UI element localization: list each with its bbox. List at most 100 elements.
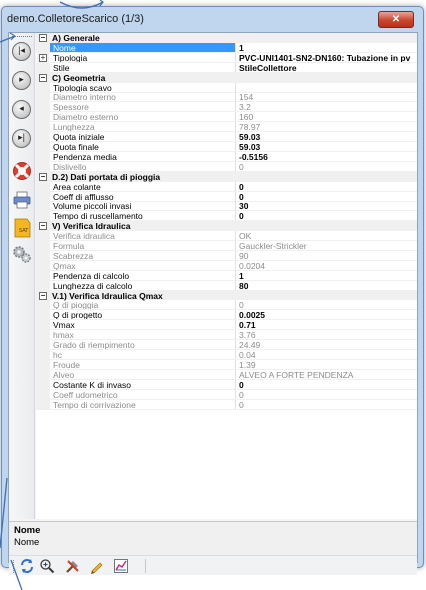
property-name[interactable]: hc: [50, 350, 236, 360]
property-name[interactable]: Scabrezza: [50, 250, 236, 261]
property-name[interactable]: Tipologia: [50, 52, 236, 63]
property-row[interactable]: hc 0.04: [36, 350, 417, 360]
property-value[interactable]: 59.03: [237, 132, 417, 143]
property-name[interactable]: Nome: [50, 42, 236, 53]
property-value[interactable]: 1: [237, 271, 417, 281]
property-row[interactable]: Vmax 0.71: [36, 320, 417, 331]
property-name[interactable]: Quota iniziale: [50, 132, 236, 143]
previous-record-button[interactable]: ◂: [12, 100, 32, 120]
close-button[interactable]: ✕: [378, 11, 414, 28]
property-row[interactable]: Tempo di corrivazione 0: [36, 399, 417, 410]
category-row[interactable]: − D.2) Dati portata di pioggia: [36, 171, 417, 182]
property-row[interactable]: Tempo di ruscellamento 0: [36, 211, 417, 222]
refresh-button[interactable]: [19, 558, 35, 574]
tag-button[interactable]: SAT: [12, 217, 32, 238]
title-bar[interactable]: demo.ColletoreScarico (1/3) ✕: [2, 7, 423, 31]
property-row[interactable]: Costante K di invaso 0: [36, 379, 417, 390]
property-row[interactable]: Stile StileCollettore: [36, 62, 417, 73]
toolbar-grip[interactable]: [13, 560, 14, 573]
property-name[interactable]: Diametro esterno: [50, 112, 236, 123]
next-record-button[interactable]: ▸: [12, 71, 32, 91]
property-name[interactable]: Vmax: [50, 320, 236, 331]
property-row[interactable]: Diametro esterno 160: [36, 112, 417, 123]
property-row[interactable]: Alveo ALVEO A FORTE PENDENZA: [36, 369, 417, 380]
property-name[interactable]: Q di pioggia: [50, 300, 236, 311]
property-row[interactable]: Quota finale 59.03: [36, 141, 417, 152]
property-name[interactable]: Pendenza di calcolo: [50, 270, 236, 281]
property-value[interactable]: PVC-UNI1401-SN2-DN160: Tubazione in pv: [237, 53, 417, 63]
property-row[interactable]: Formula Gauckler-Strickler: [36, 241, 417, 252]
property-name[interactable]: Lunghezza di calcolo: [50, 280, 236, 291]
category-row[interactable]: − C) Geometria: [36, 72, 417, 83]
property-name[interactable]: Verifica idraulica: [50, 231, 236, 242]
category-row[interactable]: − V.1) Verifica Idraulica Qmax: [36, 290, 417, 301]
toolbar-grip[interactable]: [12, 36, 32, 37]
property-value[interactable]: 0.0025: [237, 310, 417, 321]
property-row[interactable]: Coeff udometrico 0: [36, 389, 417, 400]
property-value[interactable]: 0: [237, 211, 417, 222]
property-name[interactable]: Spessore: [50, 102, 236, 113]
property-name[interactable]: Quota finale: [50, 141, 236, 152]
tools-button[interactable]: [65, 558, 81, 574]
help-button[interactable]: [12, 161, 32, 181]
property-name[interactable]: Tempo di ruscellamento: [50, 211, 236, 222]
property-value[interactable]: 0: [237, 182, 417, 192]
property-row[interactable]: + Tipologia PVC-UNI1401-SN2-DN160: Tubazio…: [36, 52, 417, 63]
zoom-button[interactable]: [39, 558, 55, 574]
property-value[interactable]: -0.5156: [237, 152, 417, 162]
property-name[interactable]: Stile: [50, 62, 236, 73]
collapse-icon[interactable]: −: [37, 171, 49, 182]
chart-button[interactable]: [113, 558, 129, 574]
property-value[interactable]: 30: [237, 201, 417, 212]
property-value[interactable]: 0: [237, 380, 417, 390]
property-row[interactable]: Grado di riempimento 24.49: [36, 340, 417, 351]
property-row[interactable]: hmax 3.76: [36, 330, 417, 341]
property-row[interactable]: Dislivello 0: [36, 161, 417, 172]
property-value[interactable]: 0.71: [237, 320, 417, 331]
property-row[interactable]: Quota iniziale 59.03: [36, 132, 417, 143]
property-name[interactable]: Grado di riempimento: [50, 340, 236, 351]
property-row[interactable]: Coeff di afflusso 0: [36, 191, 417, 202]
expand-icon[interactable]: +: [37, 52, 49, 63]
property-name[interactable]: Q di progetto: [50, 310, 236, 321]
property-row[interactable]: Q di progetto 0.0025: [36, 310, 417, 321]
collapse-icon[interactable]: −: [37, 221, 49, 232]
property-value[interactable]: 80: [237, 281, 417, 291]
last-record-button[interactable]: ▸|: [12, 129, 32, 149]
property-name[interactable]: Diametro interno: [50, 92, 236, 103]
property-name[interactable]: Tempo di corrivazione: [50, 399, 236, 410]
property-name[interactable]: Qmax: [50, 260, 236, 271]
edit-button[interactable]: [89, 558, 105, 574]
property-value[interactable]: 59.03: [237, 142, 417, 152]
property-row[interactable]: Verifica idraulica OK: [36, 231, 417, 242]
collapse-icon[interactable]: −: [37, 290, 49, 301]
property-name[interactable]: Area colante: [50, 181, 236, 192]
property-row[interactable]: Diametro interno 154: [36, 92, 417, 103]
category-row[interactable]: − V) Verifica Idraulica: [36, 221, 417, 232]
property-name[interactable]: Costante K di invaso: [50, 379, 236, 390]
property-value[interactable]: 0: [237, 192, 417, 202]
property-value[interactable]: StileCollettore: [237, 63, 417, 73]
property-row[interactable]: Spessore 3.2: [36, 102, 417, 113]
collapse-icon[interactable]: −: [37, 33, 49, 43]
property-row[interactable]: Qmax 0.0204: [36, 260, 417, 271]
property-value[interactable]: [237, 83, 417, 93]
property-name[interactable]: Pendenza media: [50, 151, 236, 162]
property-name[interactable]: Coeff di afflusso: [50, 191, 236, 202]
property-row[interactable]: Q di pioggia 0: [36, 300, 417, 311]
first-record-button[interactable]: |◂: [12, 42, 32, 62]
property-name[interactable]: Lunghezza: [50, 122, 236, 133]
property-name[interactable]: Dislivello: [50, 161, 236, 172]
print-button[interactable]: [12, 190, 32, 210]
property-value[interactable]: 1: [237, 43, 417, 53]
property-row[interactable]: Froude 1.39: [36, 359, 417, 370]
collapse-icon[interactable]: −: [37, 72, 49, 83]
property-row[interactable]: Tipologia scavo: [36, 82, 417, 93]
property-name[interactable]: Formula: [50, 241, 236, 252]
property-row[interactable]: Area colante 0: [36, 181, 417, 192]
property-row[interactable]: Volume piccoli invasi 30: [36, 201, 417, 212]
property-name[interactable]: Alveo: [50, 369, 236, 380]
property-name[interactable]: hmax: [50, 330, 236, 341]
property-name[interactable]: Coeff udometrico: [50, 389, 236, 400]
category-row[interactable]: − A) Generale: [36, 33, 417, 43]
